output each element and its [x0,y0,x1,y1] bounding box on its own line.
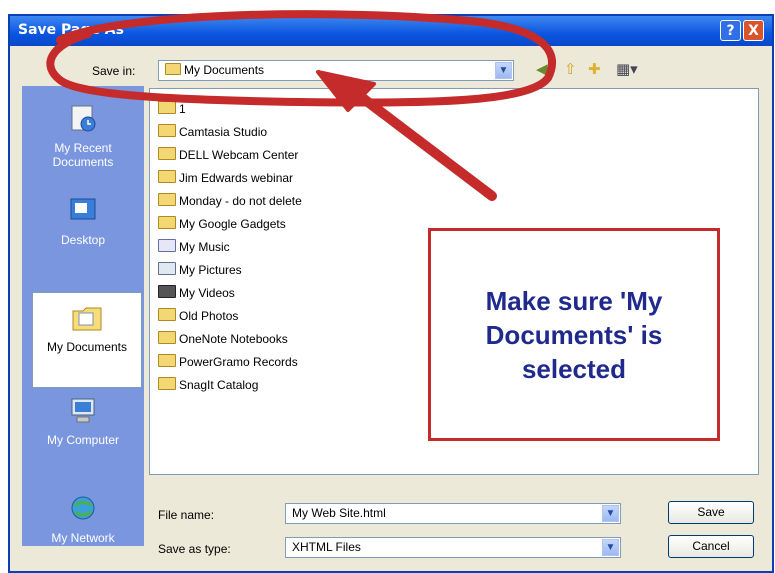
desktop-icon [70,198,96,220]
back-icon[interactable]: ◀ [536,60,548,78]
save-button[interactable]: Save [668,501,754,524]
views-menu-icon[interactable]: ▦▾ [616,60,638,78]
folder-icon [158,170,176,183]
callout-text: Make sure 'My Documents' is selected [485,285,663,384]
file-name-input[interactable]: My Web Site.html ▼ [285,503,621,524]
folder-icon [158,101,176,114]
chevron-down-icon[interactable]: ▼ [602,505,619,522]
file-name-label: File name: [158,508,215,522]
my-documents-small-icon [165,63,181,75]
folder-icon [158,193,176,206]
chevron-down-icon[interactable]: ▼ [602,539,619,556]
my-computer-icon [71,398,95,423]
save-as-type-value: XHTML Files [292,540,361,554]
folder-icon [158,147,176,160]
instruction-callout: Make sure 'My Documents' is selected [428,228,720,441]
place-label: My Network [51,531,115,545]
list-item[interactable]: My Music [158,239,230,254]
place-label: My Documents [46,340,128,354]
save-in-value: My Documents [184,63,265,77]
save-as-type-label: Save as type: [158,542,231,556]
list-item[interactable]: My Pictures [158,262,242,277]
new-folder-icon[interactable]: ✚ [588,60,601,78]
folder-icon [158,354,176,367]
folder-icon [158,216,176,229]
list-item[interactable]: Camtasia Studio [158,124,267,139]
list-item[interactable]: My Videos [158,285,235,300]
file-name-value: My Web Site.html [292,506,386,520]
save-in-label: Save in: [92,64,136,78]
list-item[interactable]: Jim Edwards webinar [158,170,293,185]
music-folder-icon [158,239,176,252]
place-label: My Recent [54,141,112,155]
list-item[interactable]: SnagIt Catalog [158,377,258,392]
place-my-network[interactable]: My Network [22,494,144,545]
list-item[interactable]: My Google Gadgets [158,216,286,231]
save-as-type-dropdown[interactable]: XHTML Files ▼ [285,537,621,558]
place-label: My Computer [46,433,120,447]
help-button[interactable]: ? [720,20,741,41]
folder-icon [158,308,176,321]
list-item[interactable]: 1 [158,101,186,116]
chevron-down-icon[interactable]: ▼ [495,62,512,79]
my-documents-icon [72,307,102,331]
folder-icon [158,331,176,344]
my-network-icon [71,496,95,520]
place-desktop[interactable]: Desktop [22,196,144,247]
place-label: Desktop [60,233,106,247]
list-item[interactable]: OneNote Notebooks [158,331,288,346]
place-my-documents[interactable]: My Documents [32,292,142,388]
dialog-title: Save Page As [18,22,124,38]
up-folder-icon[interactable]: ⇧ [564,60,577,78]
title-bar: Save Page As ? X [10,16,772,46]
close-button[interactable]: X [743,20,764,41]
place-my-recent-documents[interactable]: My Recent Documents [22,104,144,169]
place-my-computer[interactable]: My Computer [22,396,144,447]
place-label-line2: Documents [52,155,114,169]
pictures-folder-icon [158,262,176,275]
cancel-button[interactable]: Cancel [668,535,754,558]
save-in-dropdown[interactable]: My Documents ▼ [158,60,514,81]
list-item[interactable]: Old Photos [158,308,238,323]
list-item[interactable]: Monday - do not delete [158,193,302,208]
recent-documents-icon [71,105,96,132]
folder-icon [158,124,176,137]
videos-folder-icon [158,285,176,298]
folder-icon [158,377,176,390]
list-item[interactable]: PowerGramo Records [158,354,298,369]
list-item[interactable]: DELL Webcam Center [158,147,298,162]
